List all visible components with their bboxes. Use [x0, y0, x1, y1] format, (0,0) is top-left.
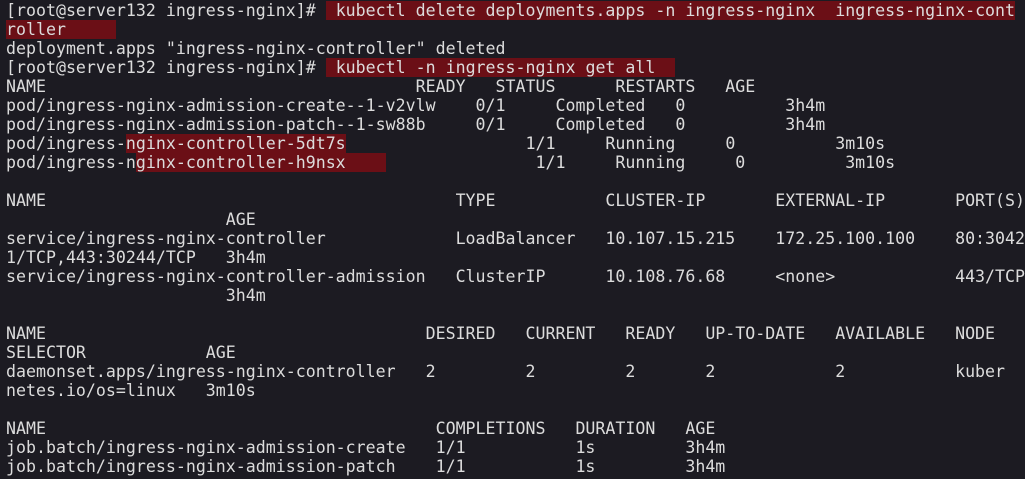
terminal-line-text: NAME DESIRED CURRENT READY UP-TO-DATE AV…: [6, 324, 1006, 343]
terminal-line: AGE: [6, 210, 1025, 229]
terminal-line-text: 3h4m: [6, 286, 266, 305]
terminal-line: pod/ingress-nginx-admission-create--1-v2…: [6, 96, 1025, 115]
terminal-line: roller: [6, 20, 1025, 39]
terminal-line: NAME DESIRED CURRENT READY UP-TO-DATE AV…: [6, 324, 1025, 343]
terminal-line-text: AGE: [6, 210, 256, 229]
terminal-line-text: NAME TYPE CLUSTER-IP EXTERNAL-IP PORT(S): [6, 191, 1025, 210]
terminal-line: pod/ingress-nginx-controller-5dt7s 1/1 R…: [6, 134, 1025, 153]
terminal-line-rest: 1/1 Running 0 3m10s: [385, 153, 896, 172]
terminal-window[interactable]: [root@server132 ingress-nginx]# kubectl …: [0, 0, 1025, 479]
highlighted-text: kubectl delete deployments.apps -n ingre…: [325, 1, 1016, 20]
terminal-line: pod/ingress-nginx-admission-patch--1-sw8…: [6, 115, 1025, 134]
terminal-line-text: [root@server132 ingress-nginx]#: [6, 1, 326, 20]
terminal-line-text: pod/ingress-: [6, 134, 126, 153]
terminal-line-text: [root@server132 ingress-nginx]#: [6, 58, 326, 77]
terminal-line: SELECTOR AGE: [6, 343, 1025, 362]
terminal-line: service/ingress-nginx-controller-admissi…: [6, 267, 1025, 286]
terminal-line-text: deployment.apps "ingress-nginx-controlle…: [6, 39, 506, 58]
terminal-line-text: pod/ingress-n: [6, 153, 136, 172]
terminal-line: NAME TYPE CLUSTER-IP EXTERNAL-IP PORT(S): [6, 191, 1025, 210]
terminal-line-text: service/ingress-nginx-controller LoadBal…: [6, 229, 1025, 248]
terminal-line: daemonset.apps/ingress-nginx-controller …: [6, 362, 1025, 381]
terminal-line: deployment.apps "ingress-nginx-controlle…: [6, 39, 1025, 58]
highlighted-text: roller: [6, 20, 116, 39]
terminal-line: pod/ingress-nginx-controller-h9nsx 1/1 R…: [6, 153, 1025, 172]
terminal-line-text: pod/ingress-nginx-admission-patch--1-sw8…: [6, 115, 826, 134]
terminal-line-text: 1/TCP,443:30244/TCP 3h4m: [6, 248, 266, 267]
terminal-line-text: SELECTOR AGE: [6, 343, 236, 362]
terminal-line: job.batch/ingress-nginx-admission-patch …: [6, 457, 1025, 476]
highlighted-text: nginx-controller-5dt7s: [125, 134, 346, 153]
terminal-line: service/ingress-nginx-controller LoadBal…: [6, 229, 1025, 248]
terminal-line-text: pod/ingress-nginx-admission-create--1-v2…: [6, 96, 826, 115]
terminal-line: [root@server132 ingress-nginx]# kubectl …: [6, 1, 1025, 20]
terminal-line: NAME READY STATUS RESTARTS AGE: [6, 77, 1025, 96]
terminal-line-rest: 1/1 Running 0 3m10s: [345, 134, 886, 153]
terminal-line: 3h4m: [6, 286, 1025, 305]
terminal-line: NAME COMPLETIONS DURATION AGE: [6, 419, 1025, 438]
terminal-line-text: NAME READY STATUS RESTARTS AGE: [6, 77, 756, 96]
terminal-line-text: netes.io/os=linux 3m10s: [6, 381, 256, 400]
terminal-line-text: service/ingress-nginx-controller-admissi…: [6, 267, 1025, 286]
highlighted-text: kubectl -n ingress-nginx get all: [325, 58, 676, 77]
terminal-line-text: NAME COMPLETIONS DURATION AGE: [6, 419, 716, 438]
terminal-line: [root@server132 ingress-nginx]# kubectl …: [6, 58, 1025, 77]
highlighted-text: ginx-controller-h9nsx: [135, 153, 386, 172]
terminal-line-text: job.batch/ingress-nginx-admission-patch …: [6, 457, 726, 476]
terminal-line: 1/TCP,443:30244/TCP 3h4m: [6, 248, 1025, 267]
terminal-line: job.batch/ingress-nginx-admission-create…: [6, 438, 1025, 457]
terminal-line-text: daemonset.apps/ingress-nginx-controller …: [6, 362, 1006, 381]
terminal-line-text: job.batch/ingress-nginx-admission-create…: [6, 438, 726, 457]
terminal-line: netes.io/os=linux 3m10s: [6, 381, 1025, 400]
